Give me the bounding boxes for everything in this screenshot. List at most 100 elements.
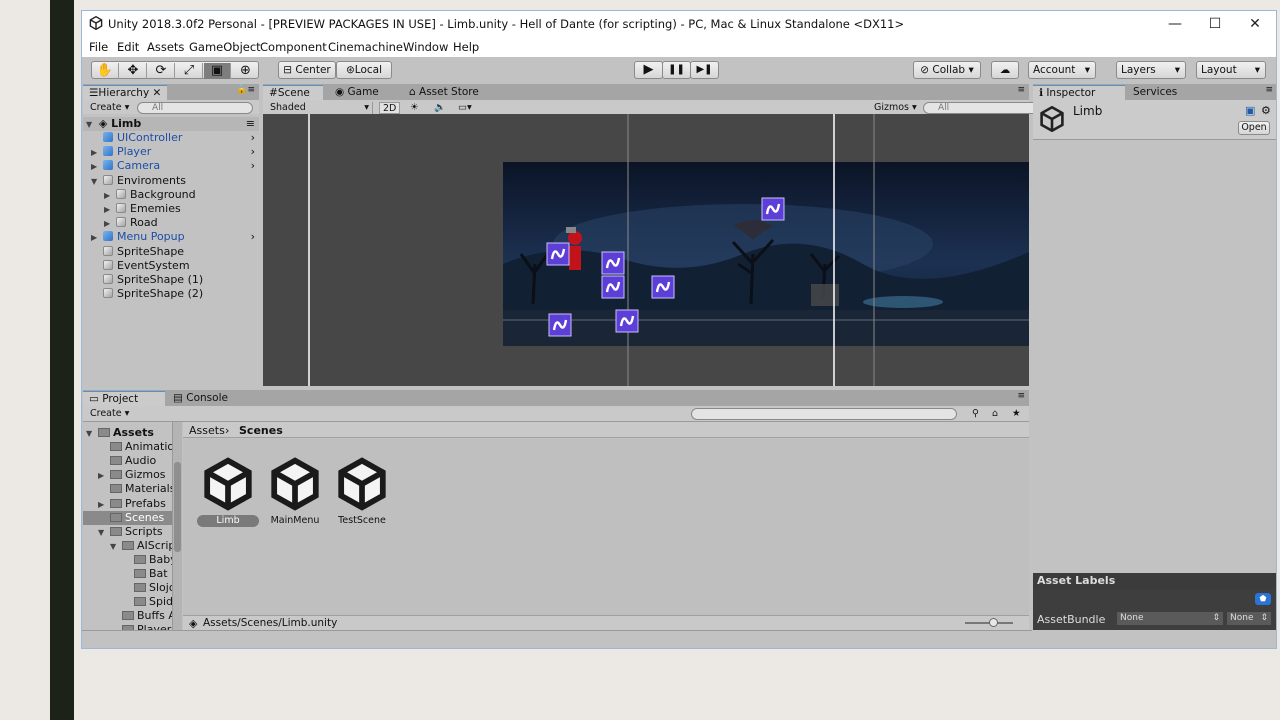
- sprite-shape-gizmo-icon[interactable]: [601, 251, 625, 275]
- expand-arrow-icon[interactable]: ▼: [91, 175, 103, 189]
- tab-console[interactable]: ▤ Console: [167, 391, 234, 406]
- expand-arrow-icon[interactable]: ▶: [91, 146, 103, 160]
- hierarchy-item[interactable]: ▼ Enviroments: [83, 174, 259, 188]
- folder-tree-item[interactable]: Audio: [83, 454, 173, 468]
- layout-dropdown[interactable]: Layout ▾: [1196, 61, 1266, 79]
- tab-game[interactable]: ◉ Game: [329, 85, 385, 100]
- folder-tree-item[interactable]: Bat: [83, 567, 173, 581]
- folder-tree-item[interactable]: Buffs And: [83, 609, 173, 623]
- hierarchy-item[interactable]: ▶ Background: [83, 188, 259, 202]
- hierarchy-create-button[interactable]: Create ▾: [87, 102, 132, 114]
- panel-menu-icon[interactable]: ≡: [1017, 391, 1025, 401]
- scene-menu-icon[interactable]: ≡: [246, 117, 255, 131]
- hierarchy-item[interactable]: ▶ Menu Popup ›: [83, 230, 259, 244]
- gear-icon[interactable]: ⚙: [1261, 104, 1271, 117]
- tab-project[interactable]: ▭ Project: [83, 391, 165, 406]
- hierarchy-item[interactable]: SpriteShape (1): [83, 273, 259, 287]
- folder-tree-item[interactable]: ▼ Scripts: [83, 525, 173, 539]
- hierarchy-item[interactable]: ▶ Camera ›: [83, 159, 259, 173]
- hierarchy-item[interactable]: SpriteShape (2): [83, 287, 259, 301]
- rotate-tool-icon[interactable]: ⟳: [148, 63, 175, 79]
- menu-gameobject[interactable]: GameObject: [189, 40, 261, 54]
- folder-tree-item[interactable]: ▼ Assets: [83, 426, 173, 440]
- sprite-shape-gizmo-icon[interactable]: [601, 275, 625, 299]
- menu-window[interactable]: Window: [403, 40, 448, 54]
- hierarchy-item[interactable]: ▶ Road: [83, 216, 259, 230]
- expand-arrow-icon[interactable]: ▼: [83, 118, 95, 132]
- hierarchy-item[interactable]: ▶ Player ›: [83, 145, 259, 159]
- collab-button[interactable]: ⊘ Collab ▾: [913, 61, 981, 79]
- shading-dropdown[interactable]: Shaded ▾: [267, 102, 373, 114]
- prefab-open-icon[interactable]: ›: [251, 131, 255, 145]
- sprite-shape-gizmo-icon[interactable]: [546, 242, 570, 266]
- folder-tree-item[interactable]: ▶ Gizmos: [83, 468, 173, 482]
- expand-arrow-icon[interactable]: ▶: [104, 203, 116, 217]
- rect-tool-icon[interactable]: ▣: [204, 63, 231, 79]
- tree-scrollbar[interactable]: [172, 422, 182, 630]
- folder-tree-item[interactable]: Animations: [83, 440, 173, 454]
- expand-arrow-icon[interactable]: ▶: [104, 217, 116, 231]
- sprite-shape-gizmo-icon[interactable]: [548, 313, 572, 337]
- move-tool-icon[interactable]: ✥: [120, 63, 147, 79]
- pause-button[interactable]: ❚❚: [662, 61, 691, 79]
- scrollbar-thumb[interactable]: [174, 462, 181, 552]
- expand-arrow-icon[interactable]: ▶: [98, 469, 110, 483]
- hierarchy-item[interactable]: UIController ›: [83, 131, 259, 145]
- expand-arrow-icon[interactable]: ▶: [91, 231, 103, 245]
- scene-asset[interactable]: TestScene: [331, 457, 393, 529]
- hierarchy-item[interactable]: SpriteShape: [83, 245, 259, 259]
- tab-scene[interactable]: #Scene: [263, 85, 323, 100]
- prefab-open-icon[interactable]: ›: [251, 145, 255, 159]
- favorite-icon[interactable]: ★: [1009, 408, 1024, 420]
- effects-toggle-icon[interactable]: ▭▾: [455, 102, 475, 114]
- folder-tree-item[interactable]: ▼ AIScripts: [83, 539, 173, 553]
- expand-arrow-icon[interactable]: ▼: [98, 526, 110, 540]
- menu-help[interactable]: Help: [453, 40, 479, 54]
- panel-menu-icon[interactable]: 🔒≡: [236, 85, 255, 95]
- 2d-toggle[interactable]: 2D: [379, 102, 401, 114]
- scene-root-row[interactable]: ▼ ◈ Limb ≡: [83, 117, 259, 131]
- folder-tree-item[interactable]: Materials: [83, 482, 173, 496]
- folder-tree-item[interactable]: Baby: [83, 553, 173, 567]
- cloud-button[interactable]: ☁: [991, 61, 1019, 79]
- tab-inspector[interactable]: ℹ Inspector: [1033, 85, 1125, 100]
- tag-icon[interactable]: ⬟: [1255, 593, 1271, 605]
- folder-tree-item[interactable]: Player: [83, 623, 173, 630]
- sprite-shape-gizmo-icon[interactable]: [615, 309, 639, 333]
- hierarchy-item[interactable]: ▶ Ememies: [83, 202, 259, 216]
- asset-bundle-dropdown[interactable]: None ⇕: [1117, 612, 1223, 625]
- open-button[interactable]: Open: [1238, 121, 1270, 135]
- layers-dropdown[interactable]: Layers ▾: [1116, 61, 1186, 79]
- hierarchy-item[interactable]: EventSystem: [83, 259, 259, 273]
- transform-tool-icon[interactable]: ⊕: [232, 63, 259, 79]
- account-dropdown[interactable]: Account ▾: [1028, 61, 1096, 79]
- panel-menu-icon[interactable]: ≡: [1017, 85, 1025, 95]
- expand-arrow-icon[interactable]: ▼: [110, 540, 122, 554]
- menu-assets[interactable]: Assets: [147, 40, 184, 54]
- folder-tree-item[interactable]: ▶ Prefabs: [83, 497, 173, 511]
- scale-tool-icon[interactable]: ⤢: [176, 63, 203, 79]
- folder-tree-item[interactable]: Spider: [83, 595, 173, 609]
- hand-tool-icon[interactable]: ✋: [92, 63, 119, 79]
- breadcrumb-assets[interactable]: Assets: [189, 424, 225, 437]
- close-button[interactable]: ✕: [1245, 15, 1265, 33]
- expand-arrow-icon[interactable]: ▶: [98, 498, 110, 512]
- tab-asset-store[interactable]: ⌂ Asset Store: [403, 85, 485, 100]
- tab-hierarchy[interactable]: ☰Hierarchy ✕: [83, 85, 168, 100]
- expand-arrow-icon[interactable]: ▶: [91, 160, 103, 174]
- breadcrumb-scenes[interactable]: Scenes: [239, 424, 283, 437]
- folder-tree-item[interactable]: Scenes: [83, 510, 173, 525]
- pivot-space-button[interactable]: ⊛Local: [336, 61, 392, 79]
- play-button[interactable]: ▶: [634, 61, 663, 79]
- menu-component[interactable]: Component: [260, 40, 327, 54]
- prefab-open-icon[interactable]: ›: [251, 159, 255, 173]
- asset-variant-dropdown[interactable]: None ⇕: [1227, 612, 1271, 625]
- hierarchy-search-input[interactable]: All: [137, 102, 253, 114]
- zoom-slider-thumb[interactable]: [989, 618, 998, 627]
- menu-edit[interactable]: Edit: [117, 40, 139, 54]
- project-search-input[interactable]: [691, 408, 957, 420]
- help-icon[interactable]: ▣: [1245, 104, 1255, 117]
- close-icon[interactable]: ✕: [153, 87, 162, 99]
- pivot-center-button[interactable]: ⊟ Center: [278, 61, 336, 79]
- maximize-button[interactable]: ☐: [1205, 15, 1225, 33]
